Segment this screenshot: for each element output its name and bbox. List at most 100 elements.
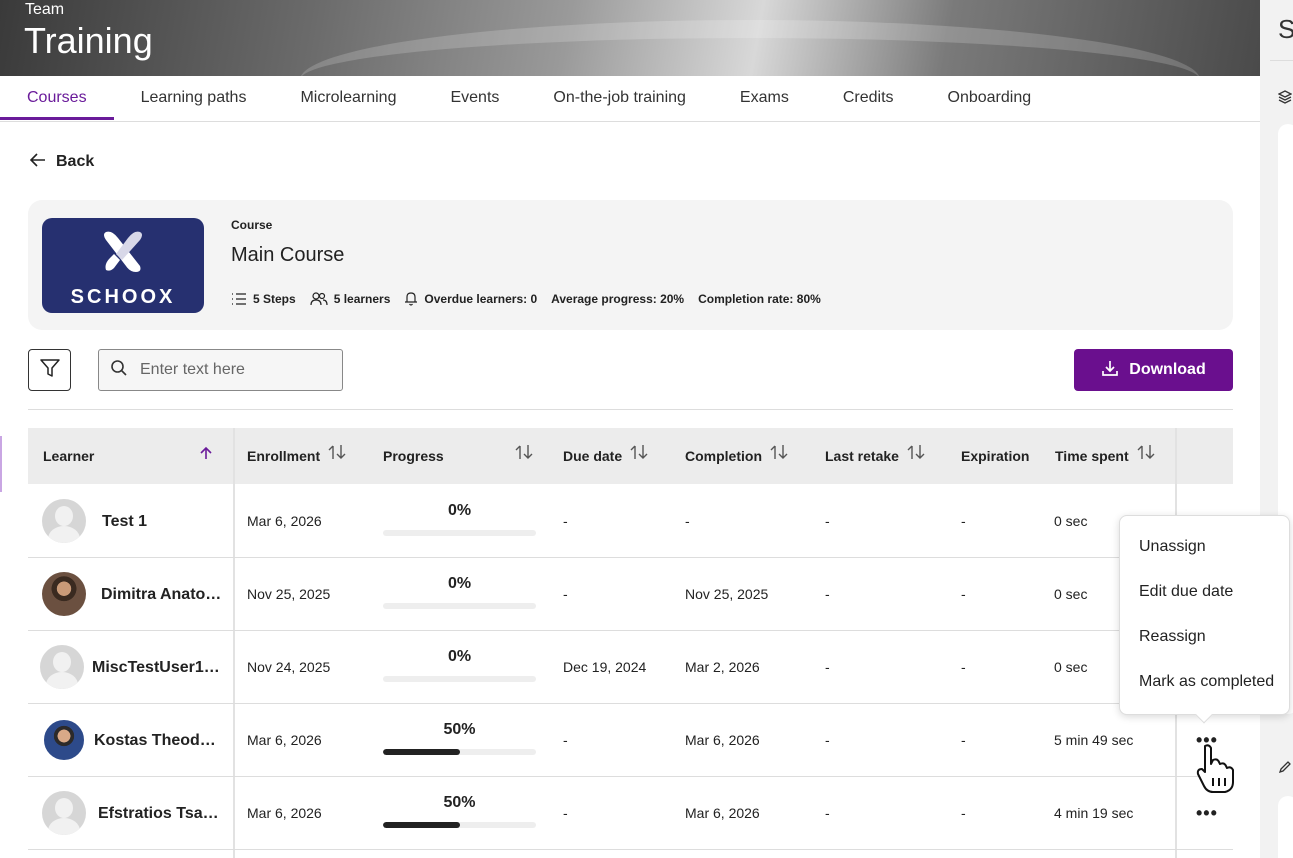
tab-learning-paths[interactable]: Learning paths <box>114 76 274 120</box>
due-date: - <box>563 732 568 748</box>
row-actions-menu: Unassign Edit due date Reassign Mark as … <box>1119 515 1290 724</box>
column-header-learner[interactable]: Learner <box>43 428 213 484</box>
learner-name[interactable]: Test 1 <box>102 485 147 558</box>
download-button[interactable]: Download <box>1074 349 1233 391</box>
course-summary-card: SCHOOX Course Main Course 5 Steps 5 lear… <box>28 200 1233 330</box>
progress-percent: 0% <box>447 648 472 665</box>
menu-item-mark-as-completed[interactable]: Mark as completed <box>1139 673 1274 691</box>
more-dots-icon[interactable]: ••• <box>1196 803 1218 824</box>
expiration: - <box>961 513 966 529</box>
logo-wordmark: SCHOOX <box>70 286 176 308</box>
learner-name[interactable]: Kostas Theod… <box>94 704 216 777</box>
due-date: - <box>563 513 568 529</box>
sort-icon[interactable] <box>630 428 648 484</box>
steps-count: 5 Steps <box>253 291 296 306</box>
last-retake: - <box>825 586 830 602</box>
schoox-x-mark-icon <box>104 231 142 272</box>
tab-courses[interactable]: Courses <box>0 76 114 120</box>
side-panel-divider <box>1270 60 1293 61</box>
tab-events[interactable]: Events <box>423 76 526 120</box>
progress-percent: 50% <box>443 721 476 738</box>
left-accent-bar <box>0 436 2 492</box>
avatar <box>42 718 86 762</box>
tab-onboarding[interactable]: Onboarding <box>921 76 1059 120</box>
sort-icon[interactable] <box>907 428 925 484</box>
enrollment-header-label: Enrollment <box>247 448 321 464</box>
time-spent-header-label: Time spent <box>1055 448 1129 464</box>
avatar <box>42 572 86 616</box>
back-label: Back <box>56 152 95 170</box>
search-icon <box>99 359 128 382</box>
learner-name[interactable]: MiscTestUser1… <box>92 631 220 704</box>
back-button[interactable]: Back <box>29 151 95 172</box>
progress-bar <box>383 530 536 536</box>
time-spent: 0 sec <box>1054 586 1088 602</box>
users-icon <box>310 291 328 306</box>
course-type-label: Course <box>231 218 273 232</box>
right-side-panel: S <box>1260 0 1293 858</box>
tab-exams[interactable]: Exams <box>713 76 816 120</box>
average-progress: Average progress: 20% <box>551 291 685 306</box>
overdue-learners: Overdue learners: 0 <box>424 291 538 306</box>
progress-bar <box>383 603 536 609</box>
sort-icon[interactable] <box>1137 428 1155 484</box>
column-header-progress[interactable]: Progress <box>383 428 533 484</box>
tab-on-the-job-training[interactable]: On-the-job training <box>526 76 713 120</box>
stat-completion-rate: Completion rate: 80% <box>698 292 821 306</box>
layers-icon[interactable] <box>1277 90 1293 107</box>
learners-count: 5 learners <box>333 291 391 306</box>
stat-learners: 5 learners <box>310 291 391 306</box>
stat-steps: 5 Steps <box>231 292 296 306</box>
column-header-completion[interactable]: Completion <box>685 428 788 484</box>
table-row[interactable]: MiscTestUser1… Nov 24, 2025 0% Dec 19, 2… <box>28 631 1233 704</box>
menu-item-unassign[interactable]: Unassign <box>1139 538 1206 556</box>
sort-icon[interactable] <box>328 428 346 484</box>
enrollment-date: Mar 6, 2026 <box>247 513 322 529</box>
last-retake: - <box>825 805 830 821</box>
expiration-header-label: Expiration <box>961 448 1030 464</box>
table-row[interactable]: Dimitra Anato… Nov 25, 2025 0% - Nov 25,… <box>28 558 1233 631</box>
expiration: - <box>961 659 966 675</box>
time-spent: 0 sec <box>1054 513 1088 529</box>
pencil-icon[interactable] <box>1278 760 1292 779</box>
due-date: - <box>563 586 568 602</box>
completion-date: Mar 6, 2026 <box>685 805 760 821</box>
course-stats: 5 Steps 5 learners Overdue learners: 0 A… <box>231 291 821 306</box>
learners-table-header: Learner Enrollment Progress Due date Com… <box>28 428 1233 484</box>
avatar <box>42 499 86 543</box>
progress-header-label: Progress <box>383 448 444 464</box>
time-spent: 4 min 19 sec <box>1054 805 1134 821</box>
enrollment-date: Mar 6, 2026 <box>247 805 322 821</box>
learner-name[interactable]: Efstratios Tsa… <box>98 777 219 850</box>
column-header-time-spent[interactable]: Time spent <box>1055 428 1155 484</box>
sort-icon[interactable] <box>770 428 788 484</box>
due-date-header-label: Due date <box>563 448 623 464</box>
table-row[interactable]: Test 1 Mar 6, 2026 0% - - - - 0 sec <box>28 485 1233 558</box>
due-date: - <box>563 805 568 821</box>
column-header-enrollment[interactable]: Enrollment <box>247 428 346 484</box>
menu-item-edit-due-date[interactable]: Edit due date <box>1139 583 1233 601</box>
tab-microlearning[interactable]: Microlearning <box>273 76 423 120</box>
learner-header-label: Learner <box>43 448 95 464</box>
enrollment-date: Nov 24, 2025 <box>247 659 331 675</box>
table-row[interactable]: Efstratios Tsa… Mar 6, 2026 50% - Mar 6,… <box>28 777 1233 850</box>
menu-item-reassign[interactable]: Reassign <box>1139 628 1206 646</box>
tab-credits[interactable]: Credits <box>816 76 921 120</box>
sort-ascending-icon[interactable] <box>199 428 213 484</box>
learner-name[interactable]: Dimitra Anato… <box>101 558 221 631</box>
progress-bar <box>383 749 536 755</box>
completion-date: - <box>685 513 690 529</box>
search-input[interactable] <box>140 361 340 379</box>
column-header-due-date[interactable]: Due date <box>563 428 648 484</box>
schoox-logo: SCHOOX <box>42 218 204 313</box>
banner-decoration <box>300 20 1200 76</box>
time-spent: 5 min 49 sec <box>1054 732 1134 748</box>
column-header-last-retake[interactable]: Last retake <box>825 428 925 484</box>
sort-icon[interactable] <box>515 428 533 484</box>
table-row[interactable]: Kostas Theod… Mar 6, 2026 50% - Mar 6, 2… <box>28 704 1233 777</box>
column-header-expiration[interactable]: Expiration <box>961 428 1029 484</box>
filter-button[interactable] <box>28 349 71 391</box>
bell-icon <box>404 291 418 306</box>
last-retake: - <box>825 732 830 748</box>
last-retake-header-label: Last retake <box>825 448 899 464</box>
